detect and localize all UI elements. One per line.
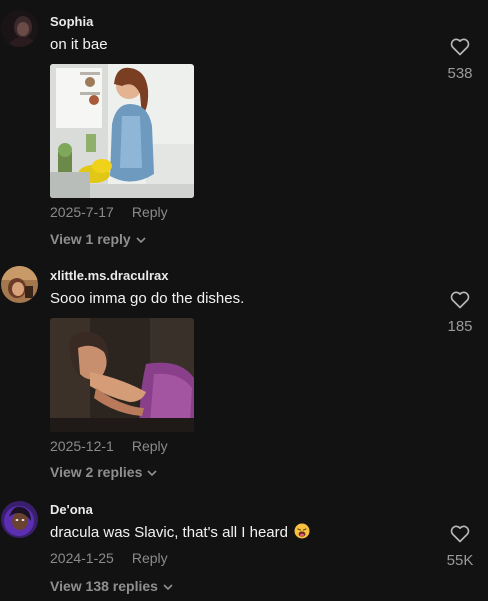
like-count: 55K [446,552,474,569]
chevron-down-icon [163,577,173,593]
weary-face-emoji-icon [294,523,310,539]
avatar[interactable] [1,501,38,538]
view-replies-button[interactable]: View 138 replies [50,577,173,594]
comment-text: dracula was Slavic, that's all I heard [50,523,310,541]
like-button[interactable]: 55K [440,525,480,569]
comment-date: 2024-1-25 [50,550,114,566]
comment-item: De'ona dracula was Slavic, that's all I … [0,0,488,601]
view-replies-label: View 138 replies [50,578,158,594]
comment-username[interactable]: De'ona [50,502,93,517]
heart-outline-icon [440,525,480,548]
comment-meta: 2024-1-25 Reply [50,550,168,566]
comment-text-body: dracula was Slavic, that's all I heard [50,524,288,541]
reply-button[interactable]: Reply [132,550,168,566]
